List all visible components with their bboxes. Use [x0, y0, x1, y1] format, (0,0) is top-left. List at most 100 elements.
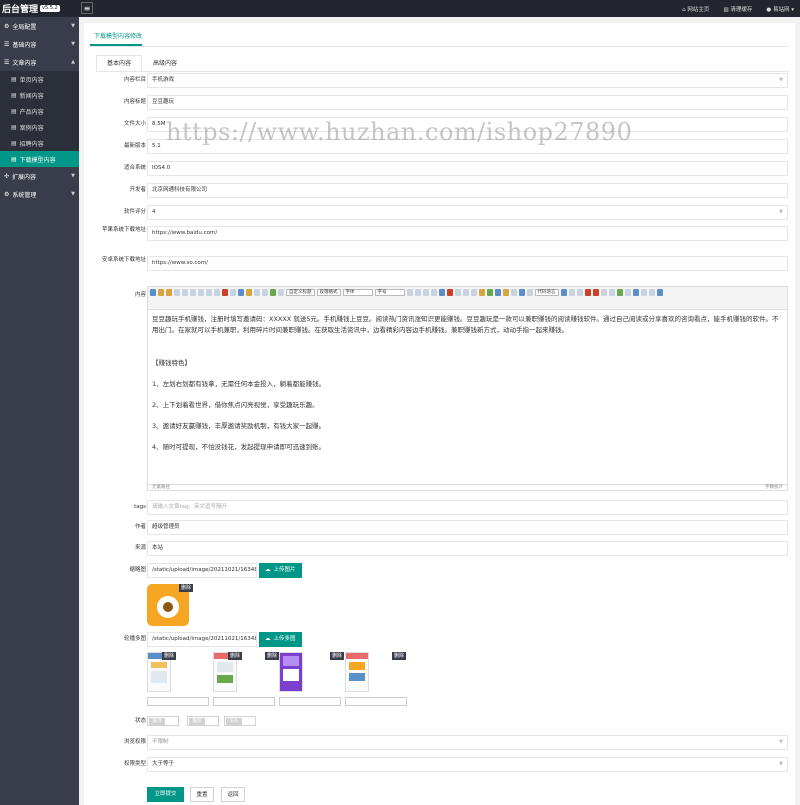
- superscript-icon[interactable]: [206, 289, 212, 296]
- format-brush-icon[interactable]: [222, 289, 228, 296]
- sidebar-item-basic-content[interactable]: ☰ 基础内容 ▼: [0, 35, 79, 53]
- clear-cache-link[interactable]: ▥ 清理缓存: [723, 5, 752, 13]
- gallery-caption-input[interactable]: [147, 697, 209, 706]
- tab-basic[interactable]: 基本内容: [96, 55, 142, 72]
- redo-icon[interactable]: [166, 289, 172, 296]
- apple-url-input[interactable]: https://www.baidu.com/: [147, 226, 788, 241]
- permission-select[interactable]: 不限制 ▼: [147, 735, 788, 750]
- delete-col-icon[interactable]: [592, 289, 599, 296]
- paragraph-select[interactable]: 段落格式: [316, 289, 341, 296]
- font-size-select[interactable]: 字号: [374, 289, 405, 296]
- system-input[interactable]: IOS4.0: [147, 161, 788, 176]
- gallery-caption-input[interactable]: [345, 697, 407, 706]
- gallery-delete-button[interactable]: 删除: [392, 652, 407, 660]
- link-icon[interactable]: [438, 289, 445, 296]
- size-input[interactable]: 8.5M: [147, 117, 788, 132]
- italic-icon[interactable]: [182, 289, 188, 296]
- thumbnail-delete-button[interactable]: 删除: [179, 584, 194, 592]
- select-all-icon[interactable]: [270, 289, 276, 296]
- help-icon[interactable]: [656, 289, 663, 296]
- clear-doc-icon[interactable]: [278, 289, 284, 296]
- gallery-delete-button[interactable]: 删除: [330, 652, 345, 660]
- sidebar-item-extension[interactable]: ✣ 扩展内容 ▼: [0, 167, 79, 185]
- user-menu[interactable]: ● 易站网 ▾: [766, 5, 794, 13]
- print-icon[interactable]: [616, 289, 623, 296]
- author-input[interactable]: 超级管理员: [147, 520, 788, 535]
- permission-type-select[interactable]: 大于等于 ▼: [147, 757, 788, 772]
- title-input[interactable]: 豆豆趣玩: [147, 95, 788, 110]
- unordered-list-icon[interactable]: [262, 289, 268, 296]
- sidebar-item-system[interactable]: ⚙ 系统管理 ▼: [0, 185, 79, 203]
- tags-input[interactable]: 请输入文章tag，英文逗号隔开: [147, 500, 788, 515]
- toggle-recommend[interactable]: 推荐: [187, 716, 219, 726]
- sidebar-subitem-products[interactable]: ▤ 产品内容: [0, 103, 79, 119]
- anchor-icon[interactable]: [454, 289, 461, 296]
- heading-select[interactable]: 自定义标题: [286, 289, 315, 296]
- gallery-delete-button[interactable]: 删除: [265, 652, 280, 660]
- upload-image-button[interactable]: ☁ 上传图片: [259, 563, 302, 578]
- image-icon[interactable]: [478, 289, 485, 296]
- insert-row-icon[interactable]: [568, 289, 575, 296]
- code-language-select[interactable]: 代码语言: [534, 289, 559, 296]
- android-url-input[interactable]: https://www.so.com/: [147, 256, 788, 271]
- ordered-list-icon[interactable]: [254, 289, 260, 296]
- gallery-path-input[interactable]: /static/upload/image/20211021/163482: [147, 632, 257, 647]
- thumbnail-path-input[interactable]: /static/upload/image/20211021/163482: [147, 563, 257, 578]
- font-color-icon[interactable]: [238, 289, 244, 296]
- submit-button[interactable]: 立即提交: [147, 787, 184, 802]
- bold-icon[interactable]: [174, 289, 180, 296]
- reset-button[interactable]: 重置: [190, 787, 214, 802]
- category-select[interactable]: 手机游戏 ▼: [147, 73, 788, 88]
- preview-icon[interactable]: [624, 289, 631, 296]
- sidebar-subitem-single-page[interactable]: ▤ 单页内容: [0, 71, 79, 87]
- merge-cells-icon[interactable]: [600, 289, 607, 296]
- undo-icon[interactable]: [158, 289, 164, 296]
- insert-col-icon[interactable]: [576, 289, 583, 296]
- editor-body[interactable]: 豆豆趣玩手机赚钱，注册时填写邀请码：XXXXX 就送5元。手机赚钱上豆豆。阅读热…: [148, 310, 787, 484]
- split-cells-icon[interactable]: [608, 289, 615, 296]
- emotion-icon[interactable]: [502, 289, 509, 296]
- insert-frame-icon[interactable]: [518, 289, 525, 296]
- upload-multiple-button[interactable]: ☁ 上传多图: [259, 632, 302, 647]
- sidebar-item-global-config[interactable]: ⚙ 全局配置 ▼: [0, 17, 79, 35]
- highlight-icon[interactable]: [246, 289, 252, 296]
- source-input[interactable]: 本站: [147, 541, 788, 556]
- sidebar-subitem-download[interactable]: ▤ 下载模型内容: [0, 151, 79, 167]
- outdent-icon[interactable]: [470, 289, 477, 296]
- date-icon[interactable]: [640, 289, 647, 296]
- sidebar-subitem-jobs[interactable]: ▤ 招聘内容: [0, 135, 79, 151]
- align-right-icon[interactable]: [422, 289, 429, 296]
- code-icon[interactable]: [526, 289, 533, 296]
- justify-icon[interactable]: [430, 289, 437, 296]
- align-left-icon[interactable]: [406, 289, 413, 296]
- indent-icon[interactable]: [462, 289, 469, 296]
- sidebar-item-article-content[interactable]: ☰ 文章内容 ▲: [0, 53, 79, 71]
- video-icon[interactable]: [486, 289, 493, 296]
- toggle-top[interactable]: 置顶: [147, 716, 179, 726]
- version-input[interactable]: 5.1: [147, 139, 788, 154]
- subscript-icon[interactable]: [214, 289, 220, 296]
- music-icon[interactable]: [494, 289, 501, 296]
- underline-icon[interactable]: [190, 289, 196, 296]
- home-link[interactable]: ⌂ 网站主页: [682, 5, 709, 13]
- developer-input[interactable]: 北京网通科技有限公司: [147, 183, 788, 198]
- font-family-select[interactable]: 字体: [342, 289, 373, 296]
- time-icon[interactable]: [648, 289, 655, 296]
- gallery-delete-button[interactable]: 删除: [162, 652, 177, 660]
- gallery-caption-input[interactable]: [213, 697, 275, 706]
- gallery-caption-input[interactable]: [279, 697, 341, 706]
- quote-icon[interactable]: [230, 289, 236, 296]
- rating-select[interactable]: 4 ▼: [147, 205, 788, 220]
- map-icon[interactable]: [510, 289, 517, 296]
- rich-text-editor[interactable]: 自定义标题 段落格式 字体 字号 代码语言 豆豆趣玩手机赚钱，注册时填写邀请码：…: [147, 286, 788, 491]
- strikethrough-icon[interactable]: [198, 289, 204, 296]
- menu-toggle-button[interactable]: ≡: [81, 2, 93, 14]
- align-center-icon[interactable]: [414, 289, 421, 296]
- back-button[interactable]: 返回: [221, 787, 245, 802]
- toggle-headline[interactable]: 头条: [224, 716, 256, 726]
- source-icon[interactable]: [150, 289, 156, 296]
- delete-row-icon[interactable]: [584, 289, 591, 296]
- sidebar-subitem-news[interactable]: ▤ 新闻内容: [0, 87, 79, 103]
- search-replace-icon[interactable]: [632, 289, 639, 296]
- sidebar-subitem-cases[interactable]: ▤ 案例内容: [0, 119, 79, 135]
